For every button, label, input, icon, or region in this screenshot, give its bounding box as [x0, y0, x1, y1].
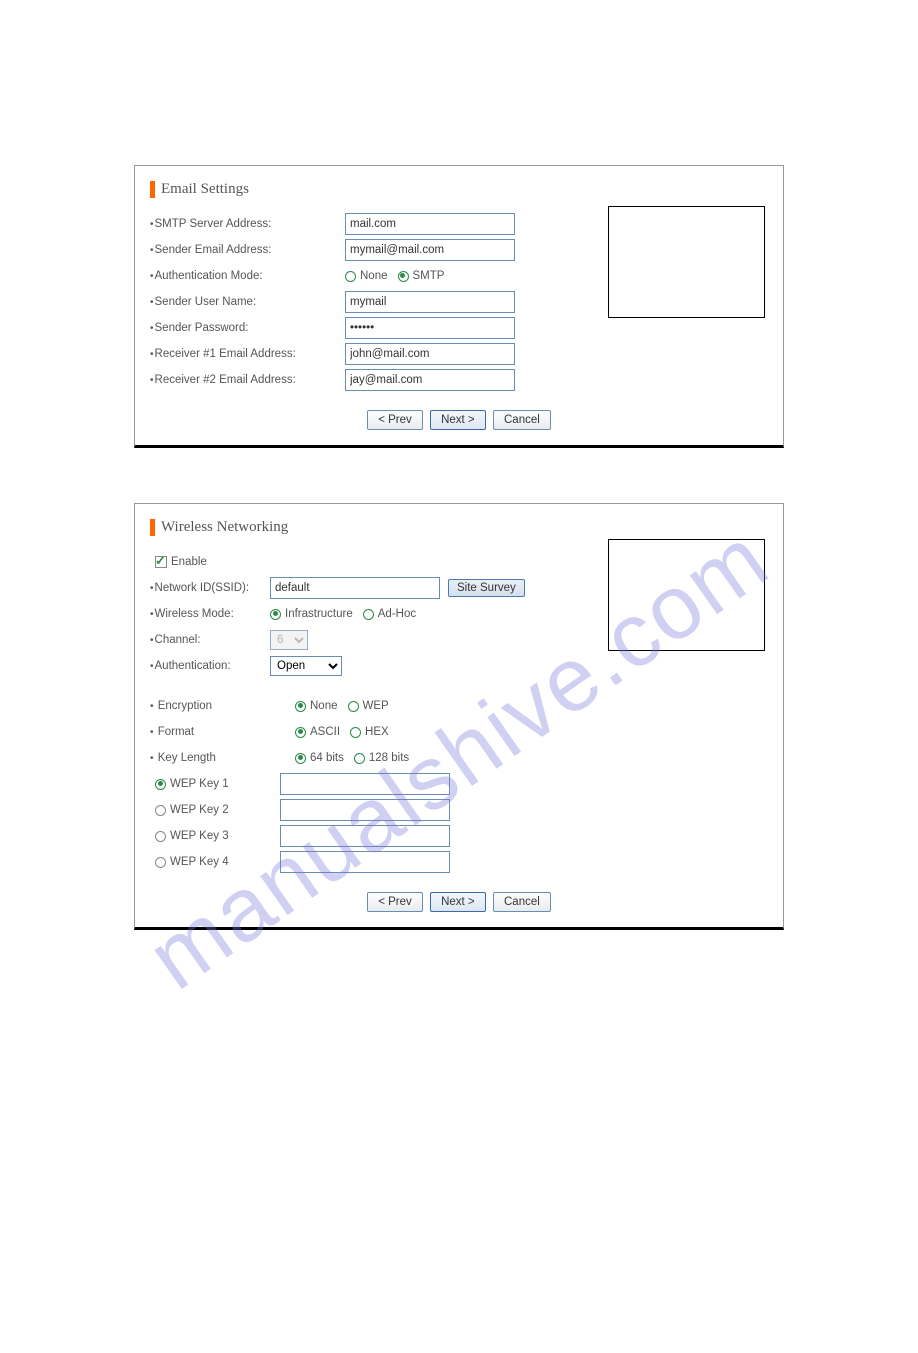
wep-key-2-radio[interactable]: WEP Key 2 — [155, 804, 270, 816]
radio-icon — [363, 609, 374, 620]
ssid-input[interactable] — [270, 577, 440, 599]
wireless-panel: Wireless Networking Enable Network ID(SS… — [134, 503, 784, 930]
keylen-64-label: 64 bits — [310, 752, 344, 764]
auth-smtp-label: SMTP — [413, 270, 445, 282]
next-button[interactable]: Next > — [430, 410, 486, 430]
radio-icon — [348, 701, 359, 712]
fmt-ascii-label: ASCII — [310, 726, 340, 738]
sender-user-input[interactable] — [345, 291, 515, 313]
receiver2-label: Receiver #2 Email Address: — [150, 374, 345, 386]
wireless-mode-label: Wireless Mode: — [150, 608, 270, 620]
mode-infra-label: Infrastructure — [285, 608, 353, 620]
receiver1-input[interactable] — [345, 343, 515, 365]
sender-email-input[interactable] — [345, 239, 515, 261]
email-settings-title: Email Settings — [150, 181, 768, 198]
keylen-128-radio[interactable]: 128 bits — [354, 752, 409, 764]
wep-key-2-label: WEP Key 2 — [170, 804, 229, 816]
radio-icon — [345, 271, 356, 282]
keylen-128-label: 128 bits — [369, 752, 409, 764]
keylen-label: Key Length — [150, 752, 270, 764]
sender-user-label: Sender User Name: — [150, 296, 345, 308]
encryption-label: Encryption — [150, 700, 270, 712]
wep-key-4-radio[interactable]: WEP Key 4 — [155, 856, 270, 868]
auth-smtp-radio[interactable]: SMTP — [398, 270, 445, 282]
wep-key-1-input[interactable] — [280, 773, 450, 795]
radio-icon — [270, 609, 281, 620]
radio-icon — [295, 701, 306, 712]
radio-icon — [398, 271, 409, 282]
radio-icon — [155, 805, 166, 816]
format-label: Format — [150, 726, 270, 738]
wep-key-3-radio[interactable]: WEP Key 3 — [155, 830, 270, 842]
wep-key-4-input[interactable] — [280, 851, 450, 873]
auth-none-radio[interactable]: None — [345, 270, 388, 282]
mode-adhoc-label: Ad-Hoc — [378, 608, 416, 620]
prev-button[interactable]: < Prev — [367, 410, 423, 430]
prev-button[interactable]: < Prev — [367, 892, 423, 912]
ssid-label: Network ID(SSID): — [150, 582, 270, 594]
channel-label: Channel: — [150, 634, 270, 646]
button-row: < Prev Next > Cancel — [135, 410, 783, 430]
fmt-hex-label: HEX — [365, 726, 389, 738]
wep-key-1-radio[interactable]: WEP Key 1 — [155, 778, 270, 790]
site-survey-button[interactable]: Site Survey — [448, 579, 525, 597]
cancel-button[interactable]: Cancel — [493, 410, 551, 430]
smtp-input[interactable] — [345, 213, 515, 235]
enc-none-radio[interactable]: None — [295, 700, 338, 712]
radio-icon — [350, 727, 361, 738]
sender-pass-input[interactable] — [345, 317, 515, 339]
preview-box — [608, 206, 765, 318]
radio-icon — [155, 831, 166, 842]
fmt-ascii-radio[interactable]: ASCII — [295, 726, 340, 738]
wep-key-3-input[interactable] — [280, 825, 450, 847]
wep-key-1-label: WEP Key 1 — [170, 778, 229, 790]
radio-icon — [295, 753, 306, 764]
authentication-label: Authentication: — [150, 660, 270, 672]
smtp-label: SMTP Server Address: — [150, 218, 345, 230]
wep-key-3-label: WEP Key 3 — [170, 830, 229, 842]
channel-select: 6 — [270, 630, 308, 650]
keylen-64-radio[interactable]: 64 bits — [295, 752, 344, 764]
next-button[interactable]: Next > — [430, 892, 486, 912]
wep-key-4-label: WEP Key 4 — [170, 856, 229, 868]
enc-none-label: None — [310, 700, 338, 712]
mode-infra-radio[interactable]: Infrastructure — [270, 608, 353, 620]
enc-wep-radio[interactable]: WEP — [348, 700, 389, 712]
sender-email-label: Sender Email Address: — [150, 244, 345, 256]
receiver1-label: Receiver #1 Email Address: — [150, 348, 345, 360]
enable-checkbox[interactable]: Enable — [155, 556, 207, 568]
check-icon — [155, 556, 167, 568]
auth-mode-label: Authentication Mode: — [150, 270, 345, 282]
radio-icon — [155, 779, 166, 790]
preview-box — [608, 539, 765, 651]
mode-adhoc-radio[interactable]: Ad-Hoc — [363, 608, 416, 620]
radio-icon — [354, 753, 365, 764]
receiver2-input[interactable] — [345, 369, 515, 391]
enc-wep-label: WEP — [363, 700, 389, 712]
sender-pass-label: Sender Password: — [150, 322, 345, 334]
auth-none-label: None — [360, 270, 388, 282]
radio-icon — [295, 727, 306, 738]
cancel-button[interactable]: Cancel — [493, 892, 551, 912]
authentication-select[interactable]: Open — [270, 656, 342, 676]
wep-key-2-input[interactable] — [280, 799, 450, 821]
enable-label: Enable — [171, 556, 207, 568]
button-row: < Prev Next > Cancel — [135, 892, 783, 912]
email-settings-panel: Email Settings SMTP Server Address: Send… — [134, 165, 784, 448]
wireless-title: Wireless Networking — [150, 519, 768, 536]
fmt-hex-radio[interactable]: HEX — [350, 726, 389, 738]
radio-icon — [155, 857, 166, 868]
